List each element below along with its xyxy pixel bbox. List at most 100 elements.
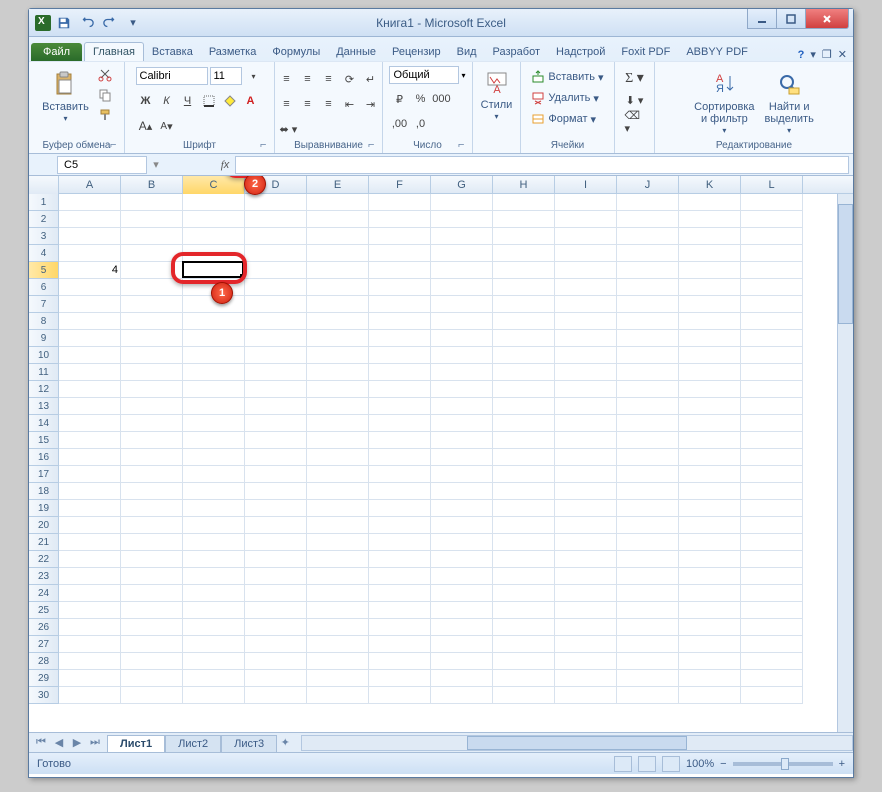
cell-E21[interactable] [307, 534, 369, 551]
cell-B30[interactable] [121, 687, 183, 704]
cell-D5[interactable] [245, 262, 307, 279]
cell-L14[interactable] [741, 415, 803, 432]
cell-F22[interactable] [369, 551, 431, 568]
cell-E27[interactable] [307, 636, 369, 653]
cell-J24[interactable] [617, 585, 679, 602]
cell-C29[interactable] [183, 670, 245, 687]
cell-D2[interactable] [245, 211, 307, 228]
cell-I25[interactable] [555, 602, 617, 619]
increase-decimal-button[interactable]: ,00 [389, 114, 409, 134]
font-launcher[interactable]: ⌐ [260, 139, 272, 151]
cell-J21[interactable] [617, 534, 679, 551]
cell-I26[interactable] [555, 619, 617, 636]
cell-I8[interactable] [555, 313, 617, 330]
name-box[interactable] [57, 156, 147, 174]
cell-K29[interactable] [679, 670, 741, 687]
cell-K20[interactable] [679, 517, 741, 534]
cell-J3[interactable] [617, 228, 679, 245]
cell-G18[interactable] [431, 483, 493, 500]
cell-A22[interactable] [59, 551, 121, 568]
cell-B18[interactable] [121, 483, 183, 500]
cell-L5[interactable] [741, 262, 803, 279]
cell-L26[interactable] [741, 619, 803, 636]
help-icon[interactable]: ? [798, 49, 805, 61]
cell-D28[interactable] [245, 653, 307, 670]
col-header-C[interactable]: C [183, 176, 245, 194]
cell-E1[interactable] [307, 194, 369, 211]
formula-input[interactable] [235, 156, 849, 174]
cell-K22[interactable] [679, 551, 741, 568]
cell-B21[interactable] [121, 534, 183, 551]
cell-H4[interactable] [493, 245, 555, 262]
cell-L7[interactable] [741, 296, 803, 313]
merge-button[interactable]: ⬌ ▾ [277, 119, 301, 139]
cell-E22[interactable] [307, 551, 369, 568]
cell-F19[interactable] [369, 500, 431, 517]
cell-E17[interactable] [307, 466, 369, 483]
select-all-corner[interactable] [29, 176, 59, 194]
cell-A16[interactable] [59, 449, 121, 466]
cell-D1[interactable] [245, 194, 307, 211]
cell-K8[interactable] [679, 313, 741, 330]
cell-C15[interactable] [183, 432, 245, 449]
cell-H16[interactable] [493, 449, 555, 466]
ribbon-tab-4[interactable]: Данные [328, 43, 384, 61]
cell-J11[interactable] [617, 364, 679, 381]
cell-L28[interactable] [741, 653, 803, 670]
cell-F24[interactable] [369, 585, 431, 602]
format-painter-button[interactable] [95, 106, 115, 124]
align-center-button[interactable]: ≡ [298, 94, 318, 114]
cell-A19[interactable] [59, 500, 121, 517]
cell-K19[interactable] [679, 500, 741, 517]
cell-L4[interactable] [741, 245, 803, 262]
cell-J13[interactable] [617, 398, 679, 415]
cell-C28[interactable] [183, 653, 245, 670]
cell-F11[interactable] [369, 364, 431, 381]
cell-H14[interactable] [493, 415, 555, 432]
cell-H25[interactable] [493, 602, 555, 619]
cell-E8[interactable] [307, 313, 369, 330]
ribbon-tab-5[interactable]: Рецензир [384, 43, 449, 61]
cell-K2[interactable] [679, 211, 741, 228]
cell-L8[interactable] [741, 313, 803, 330]
cell-I20[interactable] [555, 517, 617, 534]
cell-A25[interactable] [59, 602, 121, 619]
row-header-15[interactable]: 15 [29, 432, 59, 449]
cell-F3[interactable] [369, 228, 431, 245]
grow-font-button[interactable]: А▴ [136, 116, 156, 136]
cell-D27[interactable] [245, 636, 307, 653]
cell-L9[interactable] [741, 330, 803, 347]
row-header-3[interactable]: 3 [29, 228, 59, 245]
cell-I30[interactable] [555, 687, 617, 704]
cell-K21[interactable] [679, 534, 741, 551]
cell-L11[interactable] [741, 364, 803, 381]
zoom-in-button[interactable]: + [839, 758, 845, 770]
cell-B3[interactable] [121, 228, 183, 245]
cell-G29[interactable] [431, 670, 493, 687]
cell-C9[interactable] [183, 330, 245, 347]
cell-L19[interactable] [741, 500, 803, 517]
row-header-19[interactable]: 19 [29, 500, 59, 517]
cell-F26[interactable] [369, 619, 431, 636]
cell-I22[interactable] [555, 551, 617, 568]
cell-F29[interactable] [369, 670, 431, 687]
sheet-nav-first[interactable]: ⏮ [33, 735, 49, 751]
cell-D10[interactable] [245, 347, 307, 364]
cell-B24[interactable] [121, 585, 183, 602]
cell-K23[interactable] [679, 568, 741, 585]
cell-F6[interactable] [369, 279, 431, 296]
cell-G10[interactable] [431, 347, 493, 364]
cell-E19[interactable] [307, 500, 369, 517]
cell-I11[interactable] [555, 364, 617, 381]
cell-B27[interactable] [121, 636, 183, 653]
cell-I23[interactable] [555, 568, 617, 585]
col-header-B[interactable]: B [121, 176, 183, 194]
cell-F10[interactable] [369, 347, 431, 364]
cell-A3[interactable] [59, 228, 121, 245]
cell-H13[interactable] [493, 398, 555, 415]
row-header-6[interactable]: 6 [29, 279, 59, 296]
cell-B17[interactable] [121, 466, 183, 483]
cell-J30[interactable] [617, 687, 679, 704]
cell-F7[interactable] [369, 296, 431, 313]
cell-J22[interactable] [617, 551, 679, 568]
